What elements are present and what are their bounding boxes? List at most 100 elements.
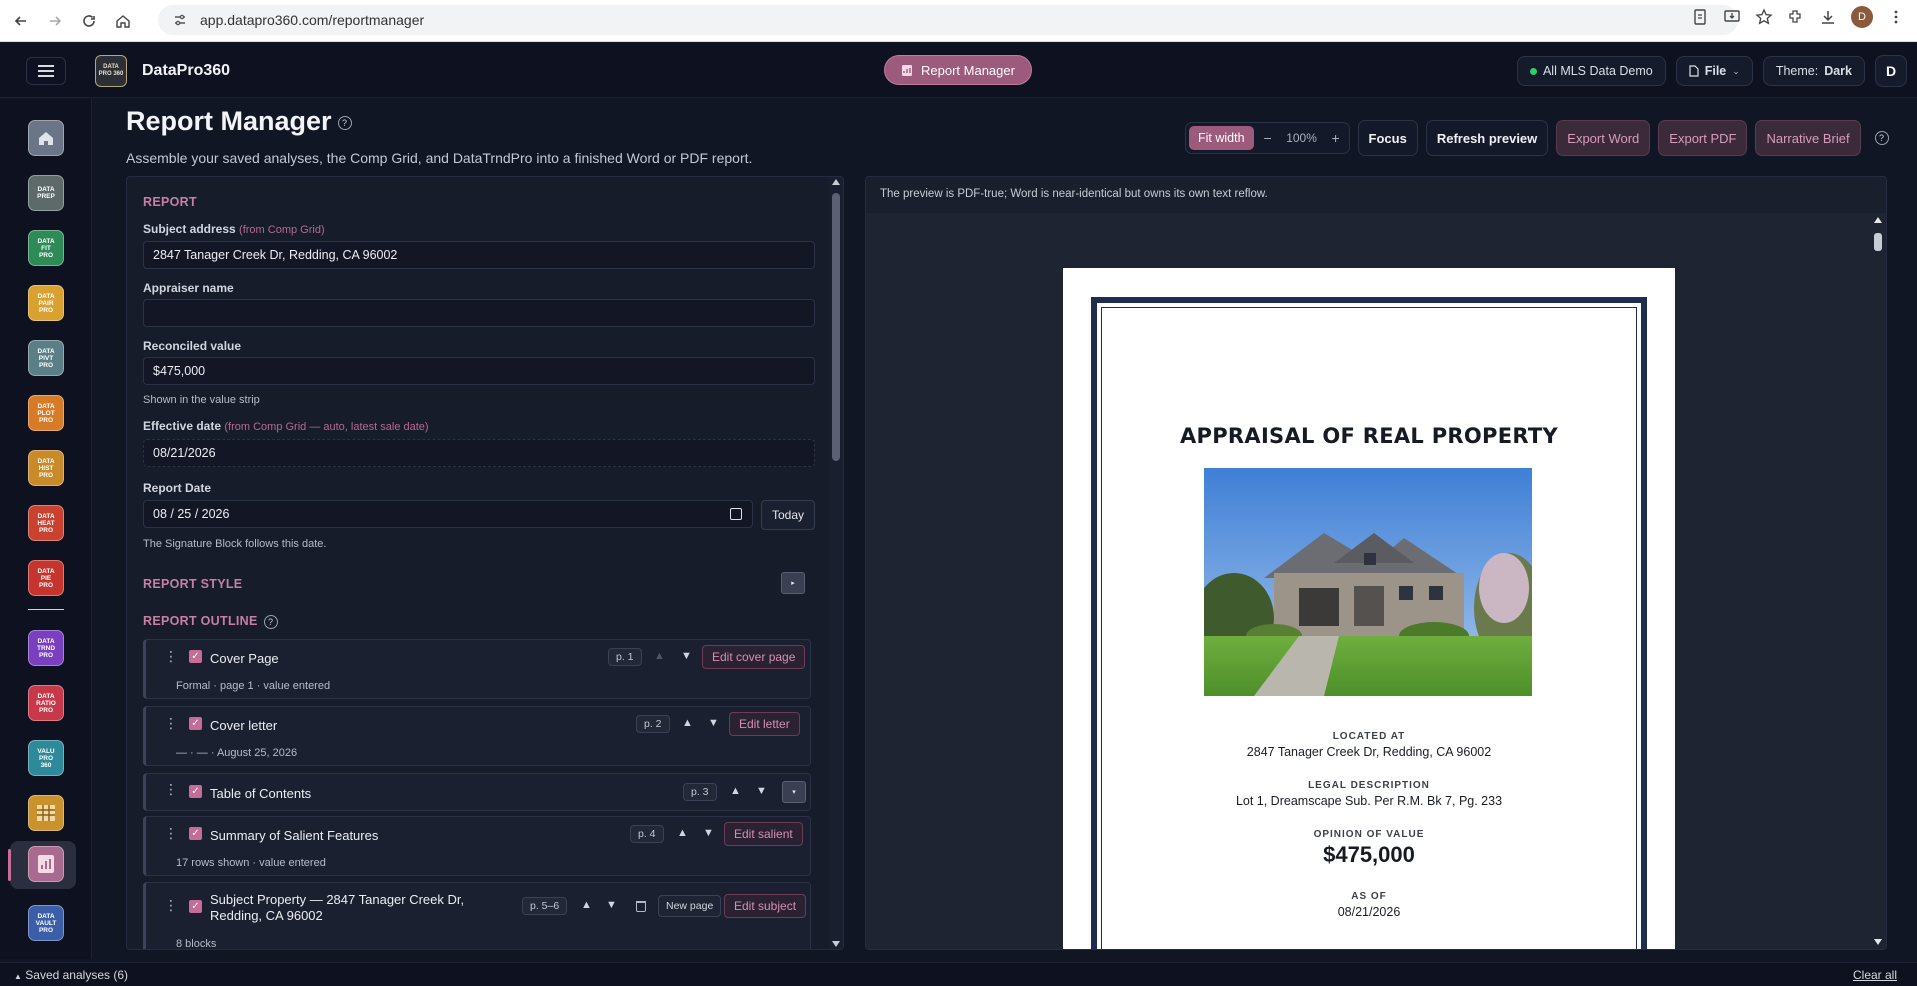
outline-item-table-of-contents[interactable]: ⋮ ✓ Table of Contents p. 3 ▲ ▼ ▾: [143, 773, 811, 811]
include-checkbox[interactable]: ✓: [189, 785, 202, 798]
move-up-icon[interactable]: ▲: [677, 827, 688, 839]
scroll-up-icon[interactable]: [832, 179, 840, 185]
rail-report-manager-icon[interactable]: [28, 846, 64, 882]
move-down-icon[interactable]: ▼: [606, 899, 617, 911]
drag-handle-icon[interactable]: ⋮: [164, 649, 178, 663]
effective-date-input[interactable]: 08/21/2026: [143, 439, 815, 467]
preview-canvas[interactable]: APPRAISAL OF REAL PROPERTY LOCATED AT 28…: [866, 213, 1886, 949]
browser-chrome: app.datapro360.com/reportmanager D: [0, 0, 1917, 42]
install-icon[interactable]: [1723, 8, 1741, 26]
outline-help-icon[interactable]: ?: [263, 614, 278, 629]
outline-item-cover-page[interactable]: ⋮ ✓ Cover Page p. 1 ▲ ▼ Edit cover page …: [143, 639, 811, 699]
rail-data-fit-pro-icon[interactable]: DATA FIT PRO: [28, 230, 64, 266]
rail-data-ratio-pro-icon[interactable]: DATA RATIO PRO: [28, 685, 64, 721]
saved-analyses-toggle[interactable]: ▲ Saved analyses (6): [14, 968, 128, 982]
zoom-out-button[interactable]: −: [1258, 130, 1278, 146]
trash-icon[interactable]: [636, 901, 646, 912]
rail-comp-grid-icon[interactable]: [28, 795, 64, 831]
move-up-icon[interactable]: ▲: [730, 785, 741, 797]
appraiser-name-input[interactable]: [143, 299, 815, 327]
rail-valu-pro-360-icon[interactable]: VALU PRO 360: [28, 740, 64, 776]
edit-cover-page-button[interactable]: Edit cover page: [702, 645, 806, 669]
rail-data-pivt-pro-icon[interactable]: DATA PIVT PRO: [28, 340, 64, 376]
mls-source-button[interactable]: All MLS Data Demo: [1516, 56, 1666, 86]
drag-handle-icon[interactable]: ⋮: [164, 826, 178, 840]
status-dot-icon: [1529, 67, 1537, 75]
outline-item-title: Cover Page: [210, 651, 279, 666]
rail-data-pair-pro-icon[interactable]: DATA PAIR PRO: [28, 285, 64, 321]
extensions-icon[interactable]: [1787, 8, 1805, 26]
edit-subject-button[interactable]: Edit subject: [724, 894, 807, 918]
move-down-icon[interactable]: ▼: [703, 827, 714, 839]
include-checkbox[interactable]: ✓: [189, 717, 202, 730]
include-checkbox[interactable]: ✓: [189, 650, 202, 663]
theme-toggle-button[interactable]: Theme: Dark: [1762, 56, 1865, 86]
active-module-pill[interactable]: Report Manager: [884, 55, 1032, 85]
preview-scrollbar[interactable]: [1872, 217, 1884, 945]
expand-style-icon[interactable]: ▸: [781, 572, 805, 594]
rail-data-heat-pro-icon[interactable]: DATA HEAT PRO: [28, 505, 64, 541]
back-icon[interactable]: [8, 8, 34, 34]
user-avatar[interactable]: D: [1875, 55, 1907, 87]
bookmark-star-icon[interactable]: [1755, 8, 1773, 26]
rail-data-trnd-pro-icon[interactable]: DATA TRND PRO: [28, 630, 64, 666]
report-date-input[interactable]: 08 / 25 / 2026: [143, 500, 753, 528]
rail-data-prep-icon[interactable]: DATA PREP: [28, 175, 64, 211]
rail-data-plot-pro-icon[interactable]: DATA PLOT PRO: [28, 395, 64, 431]
include-checkbox[interactable]: ✓: [189, 900, 202, 913]
edit-letter-button[interactable]: Edit letter: [729, 712, 800, 736]
reload-icon[interactable]: [76, 8, 102, 34]
page-icon[interactable]: [1691, 8, 1709, 26]
move-up-icon[interactable]: ▲: [682, 717, 693, 729]
drag-handle-icon[interactable]: ⋮: [164, 716, 178, 730]
clear-all-link[interactable]: Clear all: [1853, 968, 1897, 982]
drag-handle-icon[interactable]: ⋮: [164, 898, 178, 912]
form-scrollbar[interactable]: [829, 177, 843, 949]
browser-menu-icon[interactable]: [1887, 8, 1905, 26]
include-checkbox[interactable]: ✓: [189, 827, 202, 840]
rail-divider: [28, 609, 64, 610]
site-info-icon[interactable]: [172, 12, 188, 28]
move-down-icon[interactable]: ▼: [756, 785, 767, 797]
browser-profile-avatar[interactable]: D: [1851, 6, 1873, 28]
export-word-button[interactable]: Export Word: [1556, 120, 1651, 156]
home-icon[interactable]: [110, 8, 136, 34]
narrative-brief-button[interactable]: Narrative Brief: [1755, 120, 1861, 156]
download-icon[interactable]: [1819, 8, 1837, 26]
move-down-icon[interactable]: ▼: [708, 717, 719, 729]
reconciled-value-input[interactable]: $475,000: [143, 357, 815, 385]
subject-address-input[interactable]: 2847 Tanager Creek Dr, Redding, CA 96002: [143, 241, 815, 269]
refresh-preview-button[interactable]: Refresh preview: [1425, 120, 1549, 156]
move-down-icon[interactable]: ▼: [681, 650, 692, 662]
toolbar-help-icon[interactable]: ?: [1874, 131, 1889, 145]
forward-icon[interactable]: [42, 8, 68, 34]
scroll-thumb[interactable]: [832, 193, 840, 461]
new-page-button[interactable]: New page: [658, 895, 722, 917]
move-up-icon[interactable]: ▲: [581, 899, 592, 911]
outline-item-salient-features[interactable]: ⋮ ✓ Summary of Salient Features p. 4 ▲ ▼…: [143, 816, 811, 876]
scroll-down-icon[interactable]: [832, 941, 840, 947]
drag-handle-icon[interactable]: ⋮: [164, 782, 178, 796]
fit-width-button[interactable]: Fit width: [1189, 126, 1254, 150]
export-pdf-button[interactable]: Export PDF: [1658, 120, 1748, 156]
hamburger-menu-icon[interactable]: [26, 57, 66, 85]
scroll-up-icon[interactable]: [1874, 217, 1882, 223]
zoom-in-button[interactable]: +: [1326, 130, 1346, 146]
scroll-thumb[interactable]: [1874, 233, 1882, 251]
outline-item-cover-letter[interactable]: ⋮ ✓ Cover letter p. 2 ▲ ▼ Edit letter — …: [143, 706, 811, 766]
address-bar[interactable]: app.datapro360.com/reportmanager: [158, 5, 1738, 35]
rail-data-vault-pro-icon[interactable]: DATA VAULT PRO: [28, 905, 64, 941]
rail-data-pie-pro-icon[interactable]: DATA PIE PRO: [28, 560, 64, 596]
rail-home-icon[interactable]: [28, 120, 64, 156]
help-icon[interactable]: ?: [337, 115, 352, 130]
outline-item-subject-property[interactable]: ⋮ ✓ Subject Property — 2847 Tanager Cree…: [143, 882, 811, 949]
file-menu-button[interactable]: File ⌄: [1675, 56, 1753, 86]
focus-button[interactable]: Focus: [1357, 120, 1418, 156]
edit-salient-button[interactable]: Edit salient: [724, 822, 803, 846]
today-button[interactable]: Today: [761, 500, 815, 530]
scroll-down-icon[interactable]: [1874, 939, 1882, 945]
rail-active-indicator: [8, 849, 11, 881]
calendar-icon[interactable]: [730, 508, 742, 520]
collapse-toc-icon[interactable]: ▾: [782, 781, 806, 803]
rail-data-hist-pro-icon[interactable]: DATA HIST PRO: [28, 450, 64, 486]
